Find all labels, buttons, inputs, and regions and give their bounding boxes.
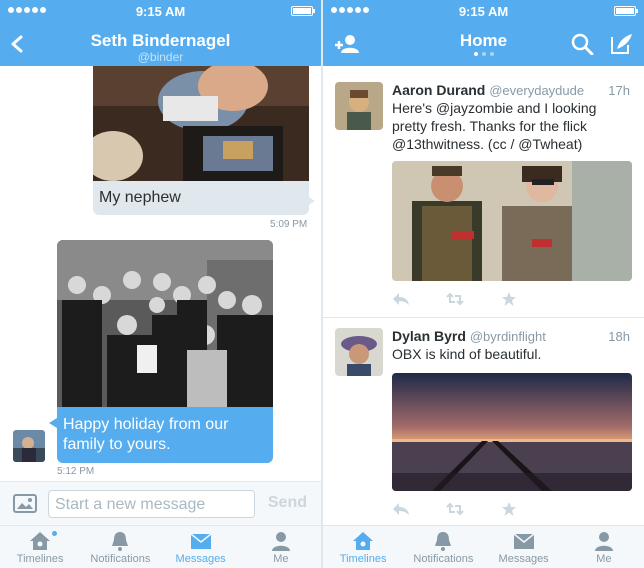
message-input[interactable]: Start a new message xyxy=(48,490,255,518)
envelope-icon xyxy=(513,533,535,549)
status-bar: 9:15 AM xyxy=(0,0,321,22)
message-text-nephew: My nephew xyxy=(93,181,309,215)
reply-icon[interactable] xyxy=(392,502,410,516)
person-icon xyxy=(271,532,290,551)
favorite-icon[interactable] xyxy=(500,502,518,516)
dm-screen: My nephew 5:09 PM Happy holiday from our… xyxy=(0,0,321,568)
tab-messages[interactable]: Messages xyxy=(161,526,241,568)
nephew-photo xyxy=(93,66,309,181)
unread-dot xyxy=(52,531,58,536)
tab-label: Me xyxy=(596,553,612,565)
tab-bar: Timelines Notifications Messages Me xyxy=(0,525,321,568)
tab-messages[interactable]: Messages xyxy=(484,526,564,568)
image-icon[interactable] xyxy=(13,494,37,513)
bell-icon xyxy=(435,532,452,551)
author-name: Aaron Durand xyxy=(392,82,486,98)
retweet-icon[interactable] xyxy=(446,292,464,306)
author-handle: @everydaydude xyxy=(489,83,585,98)
send-button[interactable]: Send xyxy=(268,494,307,512)
tweet[interactable]: Aaron Durand @everydaydude 17h Here's @j… xyxy=(323,66,644,318)
tweet-text: Here's @jayzombie and I looking pretty f… xyxy=(392,100,597,152)
tab-me[interactable]: Me xyxy=(564,526,644,568)
tweet-actions xyxy=(392,292,518,306)
retweet-icon[interactable] xyxy=(446,502,464,516)
home-icon xyxy=(30,532,51,550)
avatar-image xyxy=(13,430,45,462)
tab-timelines[interactable]: Timelines xyxy=(323,526,403,568)
bell-icon xyxy=(112,532,129,551)
tab-label: Me xyxy=(273,553,289,565)
favorite-icon[interactable] xyxy=(500,292,518,306)
tweet-image xyxy=(392,161,632,281)
tweet-author[interactable]: Aaron Durand @everydaydude xyxy=(392,82,584,98)
tweet[interactable]: Dylan Byrd @byrdinflight 18h OBX is kind… xyxy=(323,318,644,525)
author-name: Dylan Byrd xyxy=(392,328,466,344)
tab-me[interactable]: Me xyxy=(241,526,321,568)
tweet-image xyxy=(392,373,632,491)
message-photo-nephew[interactable] xyxy=(93,66,309,181)
sender-avatar[interactable] xyxy=(13,430,45,462)
tweet-text: OBX is kind of beautiful. xyxy=(392,346,542,362)
tweet-time: 17h xyxy=(608,83,630,98)
tab-label: Timelines xyxy=(339,553,387,565)
status-time: 9:15 AM xyxy=(458,4,509,19)
battery-icon xyxy=(614,6,638,16)
tweet-avatar[interactable] xyxy=(335,82,383,130)
tweet-avatar[interactable] xyxy=(335,328,383,376)
avatar-image xyxy=(335,328,383,376)
tab-label: Notifications xyxy=(413,553,474,565)
message-text-holiday: Happy holiday from our family to yours. xyxy=(57,407,273,463)
status-bar: 9:15 AM xyxy=(323,0,644,22)
avatar-image xyxy=(335,82,383,130)
tab-bar: Timelines Notifications Messages Me xyxy=(323,525,644,568)
tab-notifications[interactable]: Notifications xyxy=(80,526,160,568)
message-photo-family[interactable] xyxy=(57,240,273,407)
envelope-icon xyxy=(190,533,212,549)
bubble-tail-blue xyxy=(49,418,57,428)
search-icon[interactable] xyxy=(570,33,596,55)
family-photo xyxy=(57,240,273,407)
battery-icon xyxy=(291,6,315,16)
tab-label: Notifications xyxy=(90,553,151,565)
tweet-actions xyxy=(392,502,518,516)
tweet-photo[interactable] xyxy=(392,373,632,491)
tab-label: Messages xyxy=(175,553,226,565)
home-screen: Aaron Durand @everydaydude 17h Here's @j… xyxy=(323,0,644,568)
person-icon xyxy=(594,532,613,551)
reply-icon[interactable] xyxy=(392,292,410,306)
status-time: 9:15 AM xyxy=(135,4,186,19)
tab-label: Timelines xyxy=(16,553,64,565)
tweet-photo[interactable] xyxy=(392,161,632,281)
message-timestamp: 5:12 PM xyxy=(57,466,95,477)
dm-header: 9:15 AM Seth Bindernagel @binder xyxy=(0,0,321,66)
tab-label: Messages xyxy=(498,553,549,565)
tab-timelines[interactable]: Timelines xyxy=(0,526,80,568)
message-timestamp: 5:09 PM xyxy=(270,219,308,230)
conversation-handle: @binder xyxy=(137,50,184,64)
tweet-author[interactable]: Dylan Byrd @byrdinflight xyxy=(392,328,546,344)
home-header: 9:15 AM Home xyxy=(323,0,644,66)
tab-notifications[interactable]: Notifications xyxy=(403,526,483,568)
tweet-time: 18h xyxy=(608,329,630,344)
home-icon xyxy=(353,532,374,550)
author-handle: @byrdinflight xyxy=(469,329,546,344)
message-composer: Start a new message Send xyxy=(0,481,321,525)
bubble-tail-gray xyxy=(307,196,315,206)
compose-icon[interactable] xyxy=(609,33,635,55)
conversation-title: Seth Bindernagel xyxy=(90,31,231,50)
